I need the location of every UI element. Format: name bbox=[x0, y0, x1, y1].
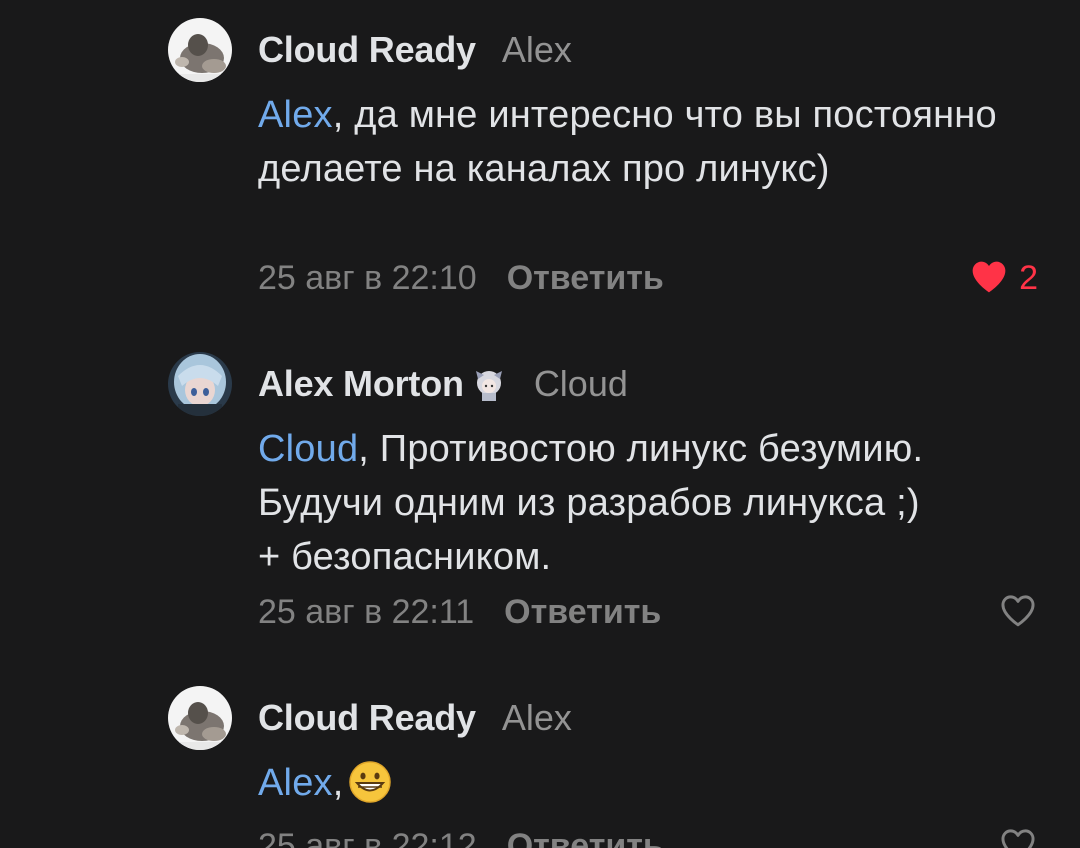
comments-thread: Cloud Ready Alex Alex, да мне интересно … bbox=[0, 0, 1080, 848]
reply-to-name[interactable]: Cloud bbox=[534, 362, 628, 406]
reply-button[interactable]: Ответить bbox=[507, 259, 664, 297]
like-count: 2 bbox=[1019, 258, 1038, 297]
heart-outline-icon bbox=[998, 826, 1038, 848]
heart-outline-icon bbox=[998, 592, 1038, 633]
comment-header: Alex Morton Cloud bbox=[258, 362, 628, 406]
reply-to-name[interactable]: Alex bbox=[502, 28, 572, 72]
like-button[interactable] bbox=[998, 590, 1038, 634]
user-avatar[interactable] bbox=[168, 18, 232, 82]
timestamp: 25 авг в 22:11 bbox=[258, 593, 475, 631]
like-button[interactable]: 2 bbox=[969, 256, 1038, 300]
grinning-face-emoji bbox=[348, 760, 392, 804]
mention-link[interactable]: Alex bbox=[258, 94, 333, 136]
user-avatar[interactable] bbox=[168, 352, 232, 416]
reply-button[interactable]: Ответить bbox=[504, 593, 661, 631]
timestamp: 25 авг в 22:12 bbox=[258, 827, 477, 848]
author-name[interactable]: Cloud Ready bbox=[258, 696, 476, 740]
timestamp: 25 авг в 22:10 bbox=[258, 259, 477, 297]
like-button[interactable] bbox=[998, 824, 1038, 848]
comment-text: Alex, да мне интересно что вы постоянно … bbox=[258, 88, 1048, 196]
comment-text-line: , Противостою линукс безумию. bbox=[358, 428, 924, 470]
heart-filled-icon bbox=[969, 258, 1009, 299]
comment-text-body: , bbox=[332, 762, 344, 804]
comment-header: Cloud Ready Alex bbox=[258, 28, 572, 72]
comment-text-line: Будучи одним из разрабов линукса ;) bbox=[258, 482, 920, 524]
comment-text-body: , да мне интересно что вы постоянно дела… bbox=[258, 94, 997, 190]
comment-meta: 25 авг в 22:10 Ответить bbox=[258, 256, 664, 300]
comment-meta: 25 авг в 22:11 Ответить bbox=[258, 590, 661, 634]
author-name[interactable]: Alex Morton bbox=[258, 362, 464, 406]
reply-to-name[interactable]: Alex bbox=[502, 696, 572, 740]
mention-link[interactable]: Cloud bbox=[258, 428, 358, 470]
mention-link[interactable]: Alex bbox=[258, 762, 333, 804]
reply-button[interactable]: Ответить bbox=[507, 827, 664, 848]
comment-text: Cloud, Противостою линукс безумию. Будуч… bbox=[258, 422, 1048, 584]
comment-text: Alex, bbox=[258, 756, 1048, 810]
user-avatar[interactable] bbox=[168, 686, 232, 750]
author-name[interactable]: Cloud Ready bbox=[258, 28, 476, 72]
comment-text-line: + безопасником. bbox=[258, 536, 552, 578]
anime-sticker-badge-icon bbox=[470, 365, 508, 403]
comment-header: Cloud Ready Alex bbox=[258, 696, 572, 740]
comment-meta: 25 авг в 22:12 Ответить bbox=[258, 824, 664, 848]
